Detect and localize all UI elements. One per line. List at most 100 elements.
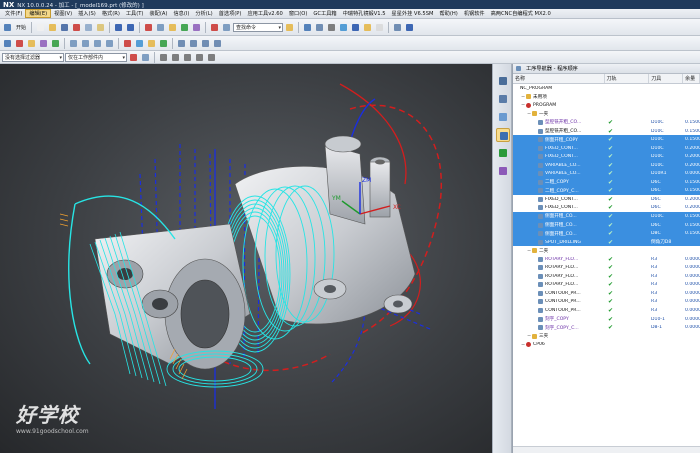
orient-view-icon[interactable] — [314, 22, 325, 33]
search-icon[interactable] — [284, 22, 295, 33]
graphics-viewport[interactable]: XC YM ZM 好学校 www.91goodschool.com — [0, 64, 492, 453]
menu-item[interactable]: 分析(L) — [192, 10, 215, 17]
snap-midpoint-icon[interactable] — [170, 52, 181, 63]
machine-icon[interactable] — [191, 22, 202, 33]
navigator-row[interactable]: 型腔铣开粗_CO... ✔ D10C 0.1500 — [513, 118, 700, 127]
navigator-row[interactable]: 侧面开粗_CO... ✔ D8C 0.1500 — [513, 229, 700, 238]
paste-icon[interactable] — [95, 22, 106, 33]
menu-item[interactable]: 帮助(H) — [436, 10, 460, 17]
part-navigator-icon[interactable] — [496, 110, 510, 124]
menu-item[interactable]: 编辑(E) — [25, 9, 52, 18]
layer-icon[interactable] — [362, 22, 373, 33]
simulate-icon[interactable] — [158, 38, 169, 49]
navigator-row[interactable]: 二粗_COPY_C... ✔ D6C 0.1500 — [513, 186, 700, 196]
filter-icon[interactable] — [392, 22, 403, 33]
deselect-icon[interactable] — [140, 52, 151, 63]
menu-item[interactable]: 高两CNC自编程式 MX2.0 — [488, 10, 554, 17]
navigator-row[interactable]: − 二夹 — [513, 246, 700, 255]
navigator-row[interactable]: NC_PROGRAM — [513, 84, 700, 93]
roles-icon[interactable] — [496, 164, 510, 178]
cut-icon[interactable] — [71, 22, 82, 33]
machine-tool-view-icon[interactable] — [80, 38, 91, 49]
navigator-row[interactable]: − PROGRAM — [513, 101, 700, 110]
navigator-row[interactable]: − 一夹 — [513, 110, 700, 119]
create-tool-icon[interactable] — [14, 38, 25, 49]
menu-item[interactable]: 首选项(P) — [216, 10, 245, 17]
navigator-row[interactable]: 侧面开粗_CO... ✔ D6C 0.1500 — [513, 220, 700, 230]
menu-item[interactable]: 中瑞特孔镜锻V1.5 — [340, 10, 389, 17]
wireframe-icon[interactable] — [350, 22, 361, 33]
shop-docs-icon[interactable] — [179, 22, 190, 33]
navigator-row[interactable]: ROTARY_FLO... ✔ R3 0.0000 — [513, 263, 700, 272]
menu-item[interactable]: 应用工具v2.60 — [244, 10, 285, 17]
menu-item[interactable]: 星星外挂 V6.5SM — [389, 10, 437, 17]
method-view-icon[interactable] — [104, 38, 115, 49]
column-tool[interactable]: 刀具 — [649, 74, 684, 83]
navigator-row[interactable]: FIXED_CONT... ✔ D6C 0.2000 — [513, 195, 700, 204]
touch-mode-icon[interactable] — [221, 22, 232, 33]
constraint-navigator-icon[interactable] — [496, 92, 510, 106]
verify-icon[interactable] — [155, 22, 166, 33]
navigator-row[interactable]: FIXED_CONT... ✔ D10C 0.2000 — [513, 143, 700, 153]
generate-toolpath-icon[interactable] — [143, 22, 154, 33]
menu-item[interactable]: 窗口(O) — [286, 10, 311, 17]
snap-point-icon[interactable] — [206, 52, 217, 63]
snap-center-icon[interactable] — [182, 52, 193, 63]
create-program-icon[interactable] — [2, 38, 13, 49]
navigator-row[interactable]: − 三夹 — [513, 332, 700, 341]
new-file-icon[interactable] — [35, 22, 46, 33]
column-stock[interactable]: 余量 — [683, 74, 700, 83]
menu-item[interactable]: 插入(S) — [75, 10, 99, 17]
navigator-row[interactable]: 刻字_COPY ✔ D10-1 0.0000 — [513, 315, 700, 324]
menu-item[interactable]: 信息(I) — [170, 10, 192, 17]
fit-icon[interactable] — [212, 38, 223, 49]
view-grid-icon[interactable] — [302, 22, 313, 33]
navigator-row[interactable]: SPOT_DRILLING ✔ 倒角刀D8 — [513, 237, 700, 247]
menu-item[interactable]: 装配(A) — [146, 10, 170, 17]
operation-navigator-icon[interactable] — [496, 128, 510, 142]
assembly-scope-select[interactable]: 仅在工作部件内 ▾ — [65, 52, 127, 62]
navigator-row[interactable]: 二粗_COPY ✔ D6C 0.1500 — [513, 178, 700, 187]
horizontal-scrollbar[interactable] — [513, 446, 700, 453]
zoom-icon[interactable] — [176, 38, 187, 49]
pan-icon[interactable] — [188, 38, 199, 49]
start-icon[interactable] — [2, 22, 13, 33]
chevron-down-icon[interactable]: ▾ — [59, 55, 62, 61]
snap-endpoint-icon[interactable] — [158, 52, 169, 63]
navigator-row[interactable]: 侧面开粗_COPY ✔ D10C 0.1500 — [513, 135, 700, 144]
navigator-row[interactable]: CONTOUR_PR... ✔ R3 0.0000 — [513, 289, 700, 298]
select-all-icon[interactable] — [128, 52, 139, 63]
navigator-row[interactable]: ROTARY_FLO... ✔ R3 0.0000 — [513, 281, 700, 290]
start-label[interactable]: 开始 — [14, 24, 28, 31]
open-file-icon[interactable] — [47, 22, 58, 33]
navigator-row[interactable]: − CP06 — [513, 340, 700, 349]
post-process-icon[interactable] — [167, 22, 178, 33]
program-order-view-icon[interactable] — [68, 38, 79, 49]
list-toolpath-icon[interactable] — [146, 38, 157, 49]
command-search-input[interactable]: 查找命令 ▾ — [233, 22, 284, 32]
column-toolpath[interactable]: 刀轨 — [605, 74, 650, 83]
menu-item[interactable]: GC工具箱 — [310, 10, 339, 17]
create-operation-icon[interactable] — [50, 38, 61, 49]
regenerate-icon[interactable] — [122, 38, 133, 49]
navigator-row[interactable]: CONTOUR_PR... ✔ R3 0.0000 — [513, 306, 700, 315]
shaded-edges-icon[interactable] — [326, 22, 337, 33]
snap-quadrant-icon[interactable] — [194, 52, 205, 63]
create-method-icon[interactable] — [38, 38, 49, 49]
navigator-row[interactable]: VARIABLE_CO... ✔ D10C 0.2000 — [513, 160, 700, 170]
chevron-down-icon[interactable]: ▾ — [279, 25, 282, 31]
menu-item[interactable]: 视图(V) — [51, 10, 75, 17]
navigator-row[interactable]: FIXED_CONT... ✔ D6C 0.2000 — [513, 204, 700, 213]
navigator-row[interactable]: 刻字_COPY_C... ✔ D8-1 0.0000 — [513, 323, 700, 332]
replay-toolpath-icon[interactable] — [134, 38, 145, 49]
create-geometry-icon[interactable] — [26, 38, 37, 49]
history-icon[interactable] — [496, 146, 510, 160]
navigator-row[interactable]: − 未用项 — [513, 93, 700, 102]
rotate-icon[interactable] — [200, 38, 211, 49]
color-icon[interactable] — [374, 22, 385, 33]
navigator-row[interactable]: ROTARY_FLO... ✔ R3 0.0000 — [513, 255, 700, 264]
undo-icon[interactable] — [113, 22, 124, 33]
chevron-down-icon[interactable]: ▾ — [122, 55, 125, 61]
redo-icon[interactable] — [125, 22, 136, 33]
part-model-with-toolpaths[interactable]: XC YM ZM — [0, 64, 492, 453]
